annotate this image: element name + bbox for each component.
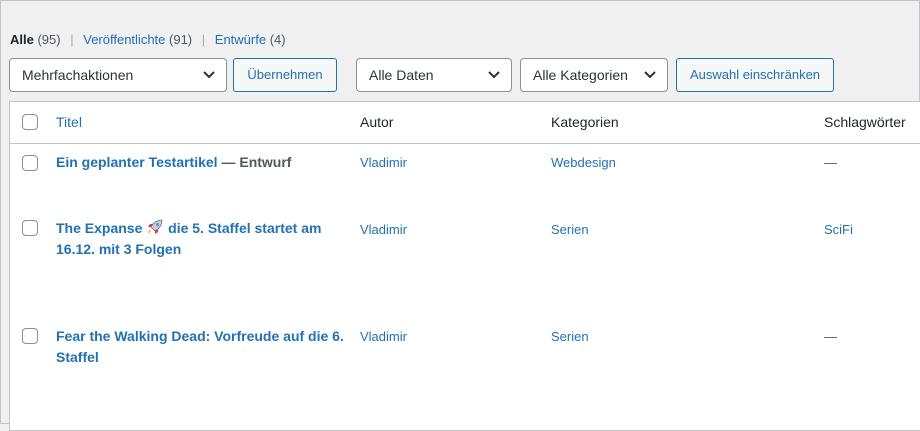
category-link[interactable]: Serien <box>551 222 589 237</box>
chevron-down-icon <box>488 71 500 79</box>
date-filter-select[interactable]: Alle Daten <box>356 58 512 92</box>
post-title-link[interactable]: Fear the Walking Dead: Vorfreude auf die… <box>56 328 344 365</box>
filter-published-link[interactable]: Veröffentlichte <box>83 32 165 47</box>
tags-empty: — <box>824 329 837 344</box>
table-header: Titel Autor Kategorien Schlagwörter <box>10 102 920 144</box>
post-title-cell: Fear the Walking Dead: Vorfreude auf die… <box>56 326 346 368</box>
column-author-header: Autor <box>360 114 394 130</box>
chevron-down-icon <box>203 71 215 79</box>
category-link[interactable]: Serien <box>551 329 589 344</box>
tag-link[interactable]: SciFi <box>824 222 853 237</box>
tags-empty: — <box>824 155 837 170</box>
rocket-icon <box>148 219 163 234</box>
author-link[interactable]: Vladimir <box>360 222 407 237</box>
filter-separator: | <box>70 32 74 47</box>
category-filter-select[interactable]: Alle Kategorien <box>520 58 668 92</box>
filter-all-count: (95) <box>37 32 61 47</box>
apply-button[interactable]: Übernehmen <box>233 58 337 92</box>
row-checkbox[interactable] <box>22 155 38 171</box>
post-title-cell: The Expanse die 5. Staffel startet am 16… <box>56 218 346 260</box>
post-title-part: The Expanse <box>56 220 143 236</box>
post-title-cell: Ein geplanter Testartikel — Entwurf <box>56 152 346 173</box>
filter-published-count: (91) <box>169 32 193 47</box>
column-categories-header: Kategorien <box>551 114 619 130</box>
filter-all-label[interactable]: Alle <box>10 32 34 47</box>
column-tags-header: Schlagwörter <box>824 114 906 130</box>
post-title-link[interactable]: The Expanse die 5. Staffel startet am 16… <box>56 219 321 257</box>
author-link[interactable]: Vladimir <box>360 155 407 170</box>
filter-separator: | <box>201 32 206 47</box>
filter-drafts-count: (4) <box>269 32 286 47</box>
post-title-link[interactable]: Ein geplanter Testartikel <box>56 154 218 170</box>
filter-button[interactable]: Auswahl einschränken <box>676 58 834 92</box>
select-all-checkbox[interactable] <box>22 114 38 130</box>
filter-drafts-link[interactable]: Entwürfe <box>215 32 266 47</box>
row-checkbox[interactable] <box>22 328 38 344</box>
posts-table: Titel Autor Kategorien Schlagwörter Ein … <box>9 101 920 431</box>
chevron-down-icon <box>644 71 656 79</box>
post-status-filters: Alle (95) | Veröffentlichte (91) | Entwü… <box>10 32 286 47</box>
post-state: — Entwurf <box>221 154 292 170</box>
column-title-header[interactable]: Titel <box>56 114 82 130</box>
category-link[interactable]: Webdesign <box>551 155 616 170</box>
bulk-actions-select[interactable]: Mehrfachaktionen <box>9 58 227 92</box>
bulk-actions-value: Mehrfachaktionen <box>22 67 134 83</box>
row-checkbox[interactable] <box>22 220 38 236</box>
table-row: The Expanse die 5. Staffel startet am 16… <box>10 203 920 311</box>
table-row: Fear the Walking Dead: Vorfreude auf die… <box>10 311 920 411</box>
category-filter-value: Alle Kategorien <box>533 67 628 83</box>
date-filter-value: Alle Daten <box>369 67 434 83</box>
table-row: Ein geplanter Testartikel — Entwurf Vlad… <box>10 143 920 203</box>
author-link[interactable]: Vladimir <box>360 329 407 344</box>
